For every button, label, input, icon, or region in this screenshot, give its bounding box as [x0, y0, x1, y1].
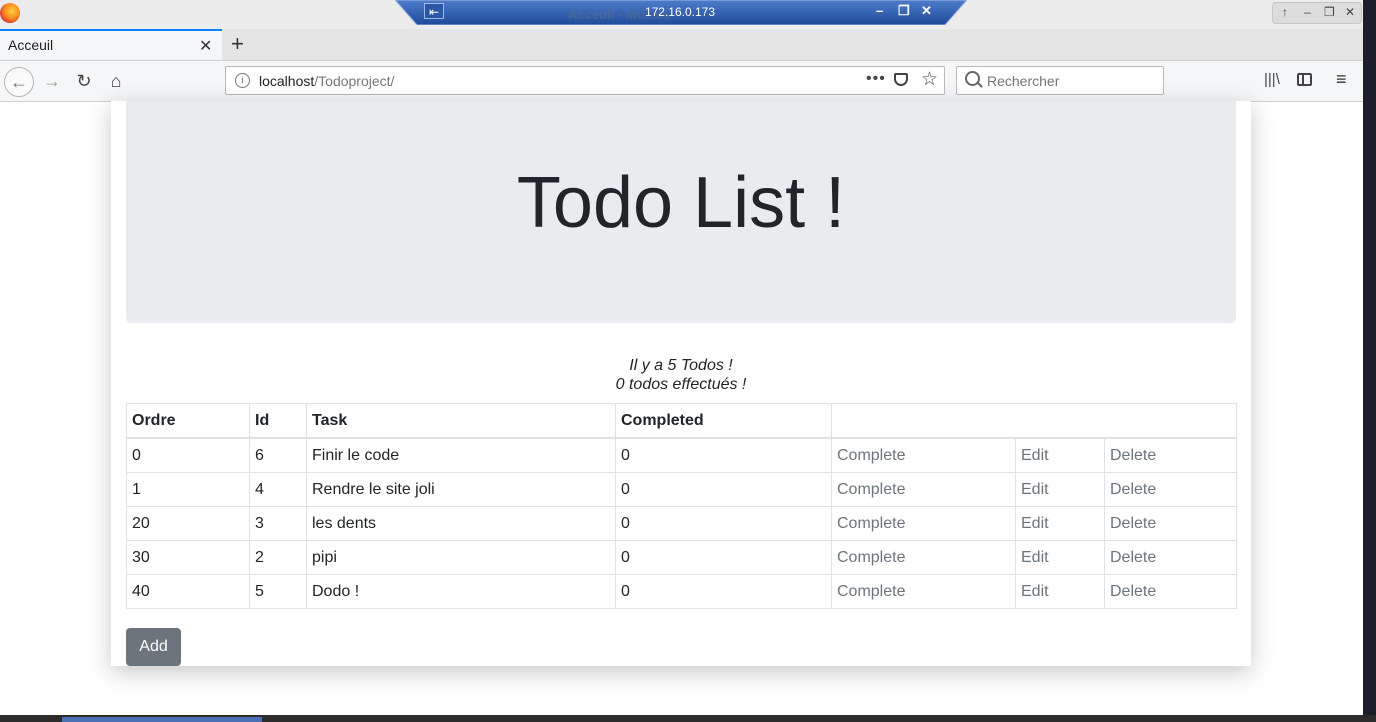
back-arrow-icon[interactable]: ←	[4, 67, 34, 97]
taskbar	[0, 715, 1376, 722]
todo-summary: Il y a 5 Todos ! 0 todos effectués !	[126, 356, 1236, 394]
sidebar-icon[interactable]	[1297, 73, 1312, 86]
cell-ordre: 0	[126, 437, 250, 473]
page-container: Todo List ! Il y a 5 Todos ! 0 todos eff…	[111, 101, 1251, 666]
hamburger-menu-icon[interactable]: ≡	[1336, 69, 1347, 90]
window-titlebar: ⇤ Acceuil - Mo...ox 172.16.0.173 – ❐ ✕ ↑…	[0, 0, 1363, 29]
cell-ordre: 20	[126, 506, 250, 541]
cell-completed: 0	[615, 472, 832, 507]
minimize-icon[interactable]: –	[1304, 5, 1311, 19]
remote-minimize-icon[interactable]: –	[876, 3, 883, 18]
header-task: Task	[306, 403, 616, 439]
cell-task: Finir le code	[306, 437, 616, 473]
library-icon[interactable]: |||\	[1264, 71, 1280, 88]
page-title: Todo List !	[516, 163, 846, 243]
cell-ordre: 1	[126, 472, 250, 507]
url-path: /Todoproject/	[314, 73, 395, 89]
header-completed: Completed	[615, 403, 832, 439]
search-icon	[965, 71, 980, 86]
new-tab-icon[interactable]: +	[231, 31, 244, 57]
cell-id: 5	[249, 574, 307, 609]
tab-title: Acceuil	[8, 37, 54, 53]
cell-completed: 0	[615, 574, 832, 609]
navigation-toolbar: ← → ↻ ⌂ i localhost/Todoproject/ ••• ☆ |…	[0, 61, 1363, 102]
edit-link[interactable]: Edit	[1015, 472, 1105, 507]
todo-table: Ordre Id Task Completed 0 6 Finir le cod…	[126, 403, 1237, 609]
delete-link[interactable]: Delete	[1104, 437, 1237, 473]
complete-link[interactable]: Complete	[831, 472, 1016, 507]
header-id: Id	[249, 403, 307, 439]
cell-ordre: 40	[126, 574, 250, 609]
delete-link[interactable]: Delete	[1104, 540, 1237, 575]
add-button[interactable]: Add	[126, 628, 181, 666]
cell-id: 4	[249, 472, 307, 507]
cell-id: 2	[249, 540, 307, 575]
table-row: 30 2 pipi 0 Complete Edit Delete	[126, 540, 1237, 575]
complete-link[interactable]: Complete	[831, 574, 1016, 609]
firefox-logo-icon	[0, 3, 20, 23]
header-ordre: Ordre	[126, 403, 250, 439]
forward-arrow-icon[interactable]: →	[38, 67, 66, 95]
jumbotron: Todo List !	[126, 101, 1236, 323]
close-icon[interactable]: ✕	[1345, 5, 1355, 19]
pin-icon[interactable]: ⇤	[424, 3, 444, 19]
url-text[interactable]: localhost/Todoproject/	[259, 73, 394, 89]
edit-link[interactable]: Edit	[1015, 506, 1105, 541]
search-input[interactable]	[987, 73, 1157, 89]
cell-id: 3	[249, 506, 307, 541]
cell-id: 6	[249, 437, 307, 473]
more-icon[interactable]: •••	[866, 70, 886, 88]
edit-link[interactable]: Edit	[1015, 437, 1105, 473]
window-controls: ↑ – ❐ ✕	[1272, 2, 1362, 24]
cell-completed: 0	[615, 540, 832, 575]
table-header-row: Ordre Id Task Completed	[126, 403, 1237, 439]
complete-link[interactable]: Complete	[831, 437, 1016, 473]
table-row: 0 6 Finir le code 0 Complete Edit Delete	[126, 437, 1237, 473]
reload-icon[interactable]: ↻	[70, 67, 98, 95]
complete-link[interactable]: Complete	[831, 506, 1016, 541]
search-bar[interactable]	[956, 66, 1164, 95]
cell-task: Dodo !	[306, 574, 616, 609]
tab-close-icon[interactable]: ✕	[199, 36, 212, 56]
remote-host-label: 172.16.0.173	[644, 5, 716, 19]
delete-link[interactable]: Delete	[1104, 574, 1237, 609]
info-icon[interactable]: i	[235, 73, 250, 88]
cell-task: Rendre le site joli	[306, 472, 616, 507]
table-row: 1 4 Rendre le site joli 0 Complete Edit …	[126, 472, 1237, 507]
pocket-icon[interactable]	[894, 73, 908, 86]
remote-close-icon[interactable]: ✕	[921, 3, 932, 19]
cell-ordre: 30	[126, 540, 250, 575]
edit-link[interactable]: Edit	[1015, 574, 1105, 609]
taskbar-item[interactable]	[62, 717, 262, 722]
delete-link[interactable]: Delete	[1104, 506, 1237, 541]
page-edge	[1363, 0, 1376, 722]
header-actions	[831, 403, 1237, 439]
tab-acceuil[interactable]: Acceuil ✕	[0, 29, 222, 60]
complete-link[interactable]: Complete	[831, 540, 1016, 575]
delete-link[interactable]: Delete	[1104, 472, 1237, 507]
star-icon[interactable]: ☆	[921, 68, 938, 91]
done-count-text: 0 todos effectués !	[615, 376, 747, 393]
url-host: localhost	[259, 73, 315, 89]
up-icon[interactable]: ↑	[1282, 5, 1288, 19]
cell-task: les dents	[306, 506, 616, 541]
tab-strip: Acceuil ✕ +	[0, 29, 1363, 61]
home-icon[interactable]: ⌂	[102, 67, 130, 95]
remote-restore-icon[interactable]: ❐	[898, 3, 910, 19]
edit-link[interactable]: Edit	[1015, 540, 1105, 575]
cell-task: pipi	[306, 540, 616, 575]
todo-count-text: Il y a 5 Todos !	[629, 357, 733, 374]
table-row: 40 5 Dodo ! 0 Complete Edit Delete	[126, 574, 1237, 609]
table-row: 20 3 les dents 0 Complete Edit Delete	[126, 506, 1237, 541]
cell-completed: 0	[615, 506, 832, 541]
cell-completed: 0	[615, 437, 832, 473]
url-bar[interactable]: i localhost/Todoproject/ ••• ☆	[225, 66, 945, 95]
maximize-icon[interactable]: ❐	[1324, 5, 1335, 19]
